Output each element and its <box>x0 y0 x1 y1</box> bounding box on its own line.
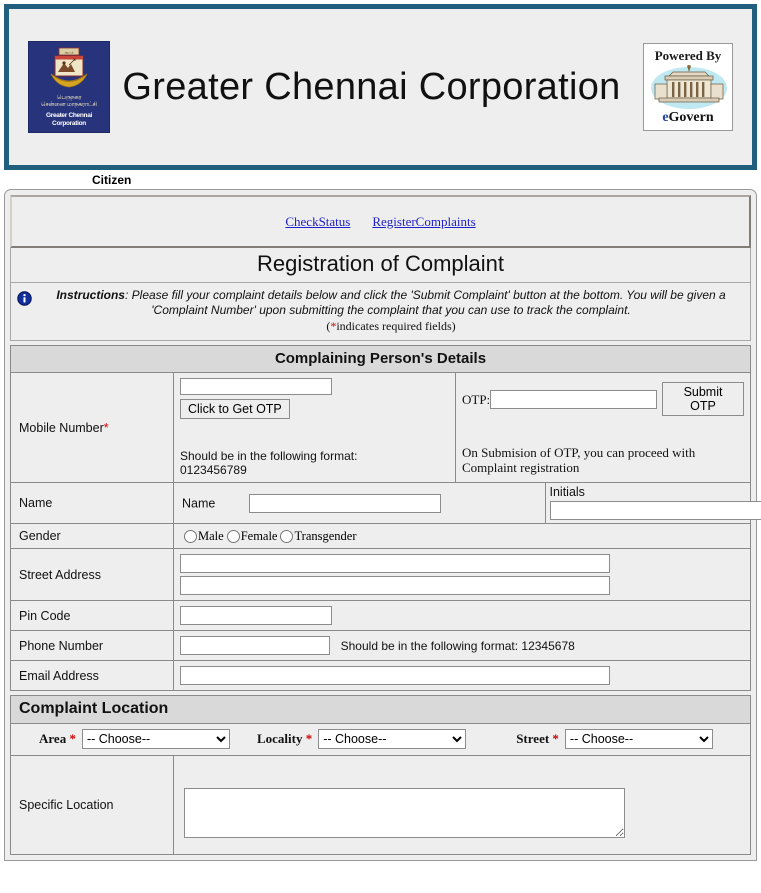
phone-number-cell: Should be in the following format: 12345… <box>174 631 751 661</box>
street-address-line2-input[interactable] <box>180 576 610 595</box>
nav-link-register-complaints[interactable]: RegisterComplaints <box>372 214 475 230</box>
submit-otp-button[interactable]: Submit OTP <box>662 382 744 416</box>
gender-label-transgender: Transgender <box>294 529 356 543</box>
location-selectors-cell: Area * -- Choose-- Locality * -- Choose-… <box>11 724 751 756</box>
specific-location-label: Specific Location <box>11 756 174 855</box>
gcc-logo: அறம் பெருநகர சென்னை மாநகராட்சி Greater C… <box>28 41 110 133</box>
instructions-text: Instructions: Please fill your complaint… <box>38 288 744 334</box>
gender-label: Gender <box>11 524 174 549</box>
site-header-banner: அறம் பெருநகர சென்னை மாநகராட்சி Greater C… <box>4 4 757 170</box>
name-row-label: Name <box>11 483 174 524</box>
gender-option-female[interactable]: Female <box>227 529 278 544</box>
phone-number-label: Phone Number <box>11 631 174 661</box>
chennai-corporation-crest-icon: அறம் <box>46 46 92 94</box>
main-panel: CheckStatus RegisterComplaints Registrat… <box>4 189 757 861</box>
table-row: Email Address <box>11 661 751 691</box>
table-row: Phone Number Should be in the following … <box>11 631 751 661</box>
locality-label: Locality * <box>257 731 312 747</box>
egovern-brand-text: eGovern <box>644 110 732 126</box>
name-subtable: Name Initials <box>174 483 750 523</box>
gender-radio-male[interactable] <box>184 530 197 543</box>
section-header-complaint-location: Complaint Location <box>11 696 751 724</box>
instructions-block: Instructions: Please fill your complaint… <box>10 283 751 341</box>
mobile-number-cell: Click to Get OTP Should be in the follow… <box>174 373 456 483</box>
table-row: Gender Male Female Transgender <box>11 524 751 549</box>
initials-field-cell: Initials <box>545 483 750 523</box>
initials-input[interactable] <box>550 501 761 520</box>
mobile-format-hint-line2: 0123456789 <box>180 463 247 477</box>
email-address-cell <box>174 661 751 691</box>
email-address-input[interactable] <box>180 666 610 685</box>
required-fields-note: (*indicates required fields) <box>38 319 744 334</box>
street-address-cell <box>174 549 751 601</box>
street-address-line1-input[interactable] <box>180 554 610 573</box>
phone-number-input[interactable] <box>180 636 330 655</box>
table-row: Specific Location <box>11 756 751 855</box>
otp-input[interactable] <box>490 390 657 409</box>
name-input[interactable] <box>249 494 441 513</box>
gender-option-male[interactable]: Male <box>184 529 224 544</box>
nav-link-check-status[interactable]: CheckStatus <box>285 214 350 230</box>
specific-location-textarea[interactable] <box>184 788 625 838</box>
complaint-location-table: Complaint Location Area * -- Choose-- Lo… <box>10 695 751 855</box>
instructions-body: : Please fill your complaint details bel… <box>125 288 726 317</box>
area-select[interactable]: -- Choose-- <box>82 729 230 749</box>
svg-text:அறம்: அறம் <box>64 51 73 55</box>
gender-label-male: Male <box>198 529 224 543</box>
pin-code-input[interactable] <box>180 606 332 625</box>
table-row: Name Initials <box>174 483 750 523</box>
otp-label: OTP: <box>462 392 490 407</box>
gender-radio-female[interactable] <box>227 530 240 543</box>
table-row: Complaint Location <box>11 696 751 724</box>
gender-options-cell: Male Female Transgender <box>174 524 751 549</box>
area-label: Area * <box>39 731 76 747</box>
mobile-number-label: Mobile Number* <box>11 373 174 483</box>
table-row: Complaining Person's Details <box>11 346 751 373</box>
mobile-format-hint-line1: Should be in the following format: <box>180 449 357 463</box>
section-header-person-details: Complaining Person's Details <box>11 346 751 373</box>
citizen-label-text: Citizen <box>92 173 131 187</box>
email-address-label: Email Address <box>11 661 174 691</box>
page-banner-title: Greater Chennai Corporation <box>110 66 643 109</box>
gender-option-transgender[interactable]: Transgender <box>280 529 356 544</box>
table-row: Name Name Initials <box>11 483 751 524</box>
table-row: Pin Code <box>11 601 751 631</box>
gender-label-female: Female <box>241 529 278 543</box>
page-title: Registration of Complaint <box>10 248 751 283</box>
gcc-logo-tamil-text: பெருநகர சென்னை மாநகராட்சி <box>29 95 109 109</box>
street-label: Street * <box>516 731 559 747</box>
gcc-logo-english-text: Greater Chennai Corporation <box>29 112 109 128</box>
table-row: Mobile Number* Click to Get OTP Should b… <box>11 373 751 483</box>
navigation-bar: CheckStatus RegisterComplaints <box>10 195 751 248</box>
phone-format-hint: Should be in the following format: 12345… <box>341 639 575 653</box>
instructions-heading: Instructions <box>56 288 125 302</box>
otp-cell: OTP: Submit OTP On Submision of OTP, you… <box>456 373 751 483</box>
egovern-powered-by-text: Powered By <box>644 48 732 64</box>
name-inner-label: Name <box>182 496 215 510</box>
info-icon <box>17 291 32 306</box>
street-select[interactable]: -- Choose-- <box>565 729 713 749</box>
name-field-cell: Name <box>174 483 545 523</box>
gender-radio-transgender[interactable] <box>280 530 293 543</box>
initials-label: Initials <box>550 485 746 499</box>
pin-code-label: Pin Code <box>11 601 174 631</box>
otp-note: On Submision of OTP, you can proceed wit… <box>462 445 744 475</box>
specific-location-cell <box>174 756 751 855</box>
locality-select[interactable]: -- Choose-- <box>318 729 466 749</box>
mobile-number-input[interactable] <box>180 378 332 395</box>
get-otp-button[interactable]: Click to Get OTP <box>180 399 290 419</box>
table-row: Area * -- Choose-- Locality * -- Choose-… <box>11 724 751 756</box>
complaining-person-details-table: Complaining Person's Details Mobile Numb… <box>10 345 751 691</box>
street-address-label: Street Address <box>11 549 174 601</box>
pin-code-cell <box>174 601 751 631</box>
government-building-icon <box>649 64 729 110</box>
egovern-logo: Powered By eGovern <box>643 43 733 131</box>
citizen-role-label: Citizen <box>0 170 761 189</box>
table-row: Street Address <box>11 549 751 601</box>
